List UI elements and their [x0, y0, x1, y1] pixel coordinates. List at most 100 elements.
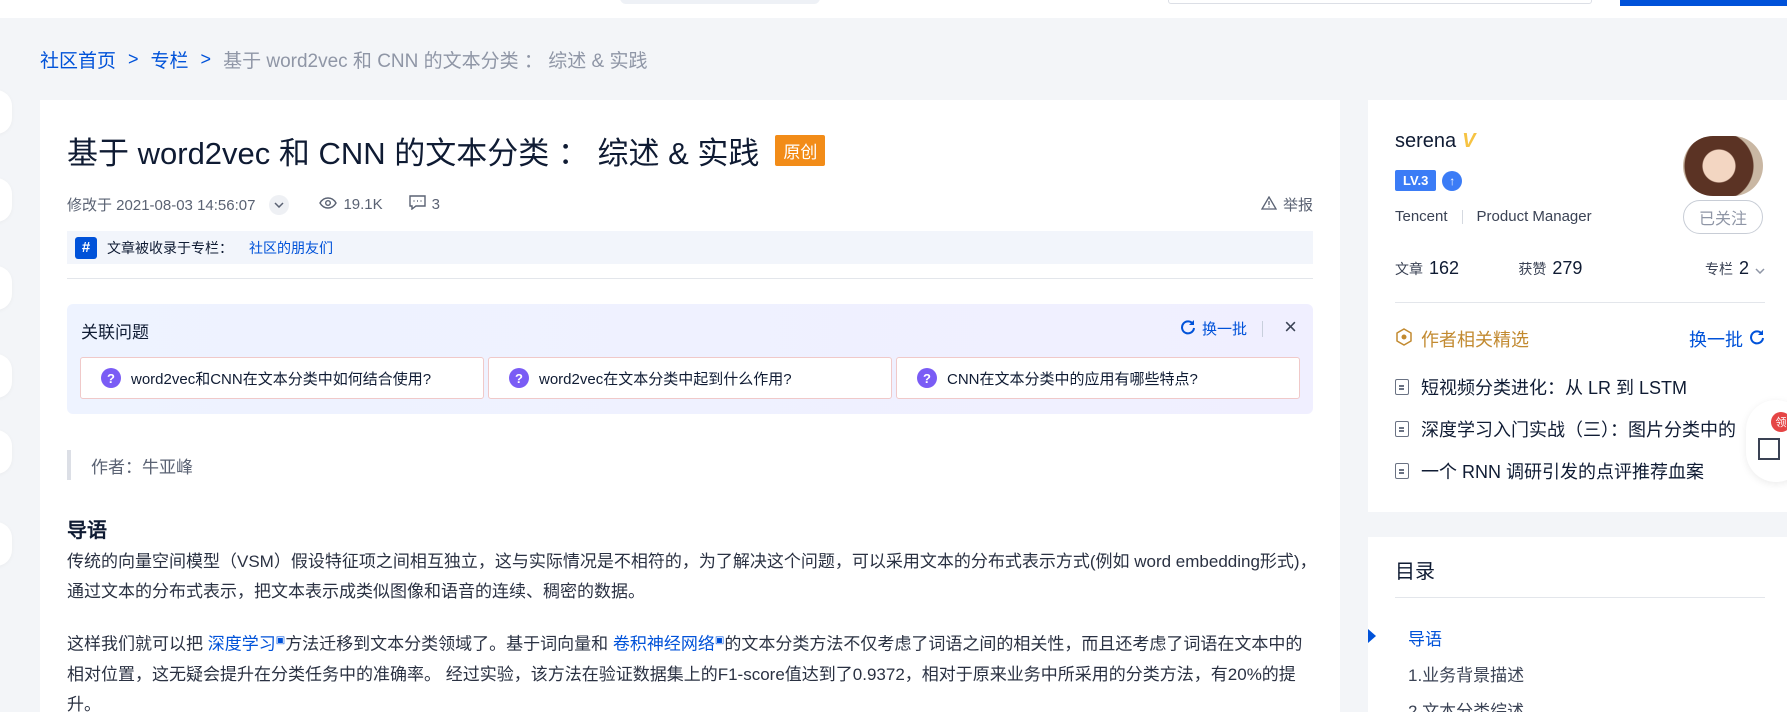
- table-of-contents: 目录 导语 1.业务背景描述 2.文本分类综述: [1368, 537, 1787, 712]
- pick-title: 短视频分类进化：从 LR 到 LSTM: [1421, 378, 1688, 398]
- left-edge-decoration: [0, 430, 12, 474]
- breadcrumb-home-link[interactable]: 社区首页: [40, 46, 116, 73]
- related-question-card[interactable]: ? CNN在文本分类中的应用有哪些特点?: [896, 357, 1300, 399]
- view-count: 19.1K: [319, 196, 383, 213]
- related-question-card[interactable]: ? word2vec在文本分类中起到什么作用?: [488, 357, 892, 399]
- document-icon: [1395, 463, 1409, 479]
- document-icon: [1395, 379, 1409, 395]
- author-picks-title: 作者相关精选: [1421, 330, 1529, 350]
- pick-title: 一个 RNN 调研引发的点评推荐血案: [1421, 462, 1704, 482]
- cnn-link[interactable]: 卷积神经网络: [613, 635, 715, 654]
- left-edge-decoration: [0, 522, 12, 566]
- separator: [1461, 209, 1463, 224]
- question-text: CNN在文本分类中的应用有哪些特点?: [947, 370, 1198, 388]
- toc-item[interactable]: 2.文本分类综述: [1408, 697, 1524, 712]
- external-link-icon: ▣: [275, 635, 286, 646]
- paragraph: 这样我们就可以把 深度学习▣方法迁移到文本分类领域了。基于词向量和 卷积神经网络…: [67, 626, 1317, 712]
- stat-value: 2: [1738, 258, 1749, 278]
- stat-likes: 获赞 279: [1518, 258, 1641, 279]
- document-icon: [1395, 421, 1409, 437]
- stat-articles[interactable]: 文章 162: [1395, 258, 1518, 279]
- picks-refresh-label: 换一批: [1689, 330, 1743, 350]
- paragraph-text: 这样我们就可以把: [67, 634, 208, 654]
- chevron-down-icon: [1755, 261, 1765, 277]
- toc-item[interactable]: 导语: [1408, 625, 1442, 650]
- related-question-card[interactable]: ? word2vec和CNN在文本分类中如何结合使用?: [80, 357, 484, 399]
- separator: [1262, 321, 1263, 337]
- deep-learning-link[interactable]: 深度学习: [208, 635, 276, 654]
- author-quote: 作者：牛亚峰: [67, 450, 193, 480]
- external-link-icon: ▣: [714, 635, 725, 646]
- divider: [1395, 302, 1765, 303]
- avatar[interactable]: [1683, 136, 1763, 196]
- modified-date: 修改于 2021-08-03 14:56:07: [67, 194, 290, 215]
- paragraph: 传统的向量空间模型（VSM）假设特征项之间相互独立，这与实际情况是不相符的，为了…: [67, 552, 1317, 601]
- author-company: Tencent Product Manager: [1395, 208, 1592, 225]
- level-row: LV.3 ↑: [1395, 170, 1463, 191]
- breadcrumb-separator: >: [200, 49, 212, 69]
- breadcrumb-separator: >: [128, 49, 139, 69]
- question-text: word2vec和CNN在文本分类中如何结合使用?: [131, 370, 432, 388]
- column-strip: # 文章被收录于专栏： 社区的朋友们: [67, 231, 1313, 264]
- related-refresh-button[interactable]: 换一批: [1180, 318, 1247, 339]
- stat-value: 279: [1552, 258, 1583, 278]
- question-icon: ?: [917, 368, 937, 388]
- view-count-text: 19.1K: [343, 196, 383, 213]
- article-title-row: 基于 word2vec 和 CNN 的文本分类 ： 综述 & 实践 原创: [67, 128, 826, 173]
- author-stats: 文章 162 获赞 279 专栏 2: [1395, 258, 1765, 279]
- caret-right-icon: [1368, 629, 1376, 643]
- close-icon[interactable]: ×: [1284, 314, 1297, 340]
- hash-icon: #: [75, 236, 97, 259]
- left-edge-decoration: [0, 266, 12, 310]
- author-pick-item[interactable]: 深度学习入门实战（三）：图片分类中的: [1395, 416, 1736, 442]
- toc-item[interactable]: 1.业务背景描述: [1408, 661, 1524, 686]
- chevron-down-icon[interactable]: [269, 194, 290, 215]
- question-text: word2vec在文本分类中起到什么作用?: [539, 370, 792, 388]
- level-badge: LV.3: [1395, 170, 1437, 191]
- verified-icon: V: [1462, 130, 1476, 152]
- stat-label: 专栏: [1704, 261, 1733, 277]
- qrcode-icon[interactable]: [1758, 438, 1780, 460]
- original-badge: 原创: [775, 135, 826, 166]
- toc-title: 目录: [1395, 561, 1435, 583]
- pick-title: 深度学习入门实战（三）：图片分类中的: [1421, 420, 1736, 440]
- warning-icon: [1260, 195, 1278, 214]
- nav-tab-pill[interactable]: [620, 0, 820, 4]
- column-link[interactable]: 社区的朋友们: [249, 238, 333, 258]
- author-name[interactable]: serena: [1395, 130, 1456, 153]
- report-button[interactable]: 举报: [1260, 194, 1313, 215]
- follow-button[interactable]: 已关注: [1683, 200, 1763, 234]
- breadcrumb-column-link[interactable]: 专栏: [151, 46, 189, 73]
- author-picks-header: 作者相关精选 换一批: [1395, 326, 1765, 352]
- comment-count-text: 3: [431, 196, 440, 213]
- divider: [1395, 597, 1765, 598]
- top-navbar: [0, 0, 1787, 18]
- article-title: 基于 word2vec 和 CNN 的文本分类 ： 综述 & 实践: [67, 136, 760, 171]
- notification-badge[interactable]: 领: [1771, 412, 1787, 432]
- author-pick-item[interactable]: 一个 RNN 调研引发的点评推荐血案: [1395, 458, 1704, 484]
- floating-tools: 领: [1746, 400, 1787, 482]
- breadcrumb-current: 基于 word2vec 和 CNN 的文本分类 ： 综述 & 实践: [223, 51, 648, 72]
- left-edge-decoration: [0, 178, 12, 222]
- stat-columns[interactable]: 专栏 2: [1642, 258, 1765, 279]
- author-pick-item[interactable]: 短视频分类进化：从 LR 到 LSTM: [1395, 374, 1687, 400]
- report-label: 举报: [1282, 197, 1313, 214]
- section-heading-intro: 导语: [67, 520, 107, 542]
- article-card: 基于 word2vec 和 CNN 的文本分类 ： 综述 & 实践 原创 修改于…: [40, 100, 1340, 712]
- comment-count[interactable]: 3: [408, 195, 440, 214]
- hexagon-icon: [1395, 327, 1413, 351]
- author-name-row: serena V: [1395, 130, 1476, 153]
- divider: [67, 278, 1313, 279]
- comment-icon: [408, 195, 426, 214]
- write-button[interactable]: [1620, 0, 1787, 6]
- search-input[interactable]: [1168, 0, 1592, 4]
- company-text: Tencent: [1395, 208, 1448, 225]
- left-edge-decoration: [0, 90, 12, 134]
- picks-refresh-button[interactable]: 换一批: [1689, 326, 1765, 352]
- related-questions-panel: 关联问题 换一批 × ? word2vec和CNN在文本分类中如何结合使用? ?…: [67, 304, 1313, 414]
- article-meta: 修改于 2021-08-03 14:56:07 19.1K 3 举报: [67, 194, 1313, 215]
- refresh-icon: [1749, 329, 1765, 350]
- up-arrow-icon: ↑: [1442, 170, 1463, 191]
- breadcrumb: 社区首页 > 专栏 > 基于 word2vec 和 CNN 的文本分类 ： 综述…: [40, 46, 647, 73]
- left-edge-decoration: [0, 354, 12, 398]
